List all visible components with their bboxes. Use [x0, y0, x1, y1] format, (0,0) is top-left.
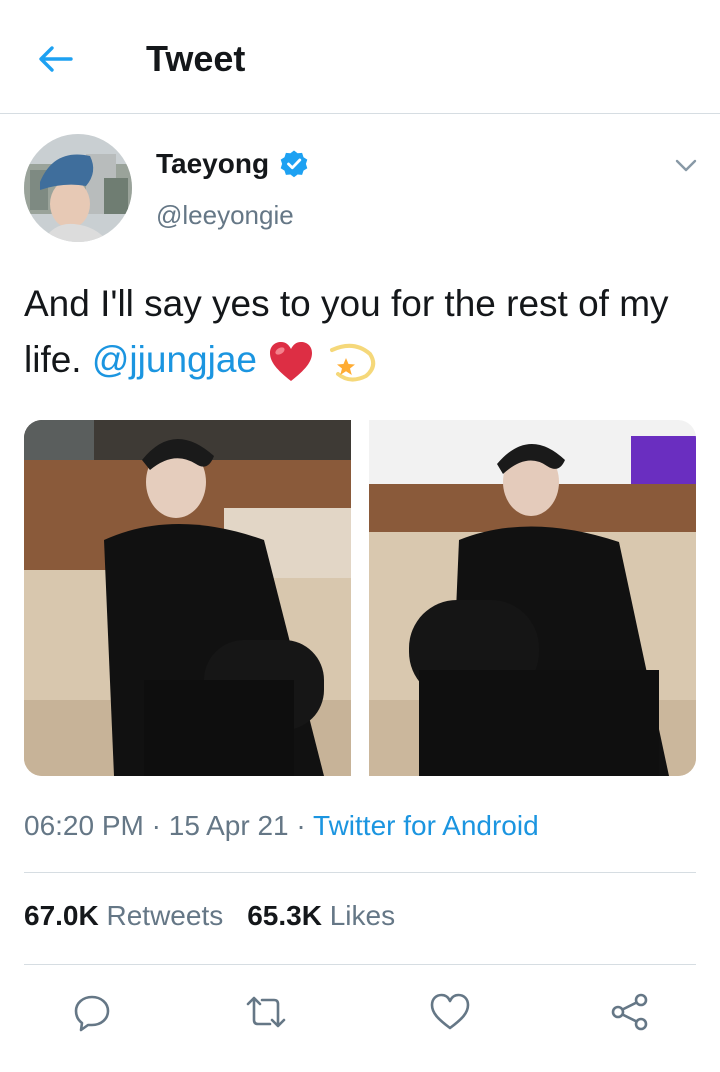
more-options-button[interactable] — [668, 148, 704, 184]
retweets-stat[interactable]: 67.0K Retweets — [24, 900, 223, 932]
photo-1-image — [24, 420, 351, 776]
page-title: Tweet — [146, 38, 246, 79]
avatar-image — [24, 134, 132, 242]
meta-separator: · — [143, 810, 169, 841]
heart-emoji — [270, 342, 313, 382]
tweet-photo-1[interactable] — [24, 420, 351, 776]
likes-label: Likes — [329, 900, 396, 931]
like-icon — [430, 993, 470, 1030]
retweet-icon — [246, 996, 286, 1028]
verified-badge-icon — [280, 150, 308, 178]
retweets-label: Retweets — [106, 900, 224, 931]
tweet-source-link[interactable]: Twitter for Android — [313, 810, 539, 841]
tweet-stats: 67.0K Retweets 65.3K Likes — [24, 900, 395, 932]
avatar[interactable] — [24, 134, 132, 242]
author-name-row[interactable]: Taeyong — [156, 148, 309, 180]
tweet-actions — [24, 986, 696, 1038]
tweet-photo-2[interactable] — [369, 420, 696, 776]
likes-count: 65.3K — [247, 900, 322, 931]
reply-icon — [74, 995, 110, 1032]
meta-separator-2: · — [288, 810, 314, 841]
likes-stat[interactable]: 65.3K Likes — [247, 900, 395, 932]
share-button[interactable] — [604, 986, 656, 1038]
divider — [24, 964, 696, 965]
photo-2-image — [369, 420, 696, 776]
share-icon — [611, 993, 648, 1031]
divider — [24, 872, 696, 873]
reply-button[interactable] — [66, 986, 118, 1038]
dizzy-star-emoji — [329, 344, 375, 382]
retweets-count: 67.0K — [24, 900, 99, 931]
back-button[interactable] — [30, 34, 80, 84]
top-bar: Tweet — [0, 0, 720, 114]
author-handle[interactable]: @leeyongie — [156, 200, 294, 231]
mention-link[interactable]: @jjungjae — [92, 339, 257, 380]
tweet-media — [24, 420, 696, 776]
tweet-meta: 06:20 PM · 15 Apr 21 · Twitter for Andro… — [24, 810, 539, 842]
chevron-down-icon — [675, 159, 697, 172]
back-arrow-icon — [39, 46, 73, 72]
author-display-name: Taeyong — [156, 148, 270, 179]
tweet-text: And I'll say yes to you for the rest of … — [24, 276, 696, 388]
retweet-button[interactable] — [240, 986, 292, 1038]
tweet-date: 15 Apr 21 — [168, 810, 289, 841]
like-button[interactable] — [424, 986, 476, 1038]
tweet-time: 06:20 PM — [24, 810, 144, 841]
